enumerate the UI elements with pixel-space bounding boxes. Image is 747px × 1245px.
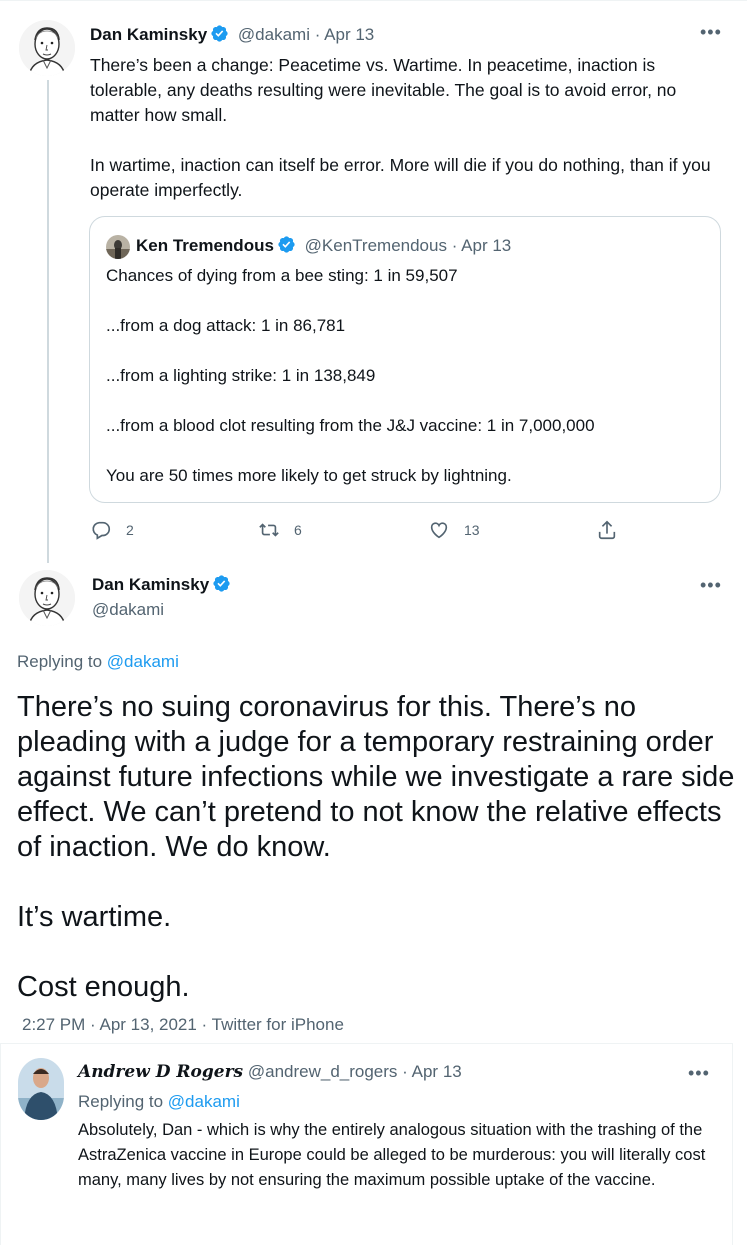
top-divider (0, 0, 747, 1)
quote-header: Ken Tremendous @KenTremendous · Apr 13 (136, 235, 511, 256)
quote-separator: · (451, 236, 458, 255)
reply-text: Absolutely, Dan - which is why the entir… (78, 1121, 706, 1189)
reply-tweet[interactable]: Andrew D Rogers @andrew_d_rogers · Apr 1… (0, 1043, 733, 1245)
quote-line: ...from a blood clot resulting from the … (106, 416, 595, 435)
reply-icon (92, 521, 111, 540)
reply-header: Andrew D Rogers @andrew_d_rogers · Apr 1… (78, 1062, 462, 1082)
replying-prefix: Replying to (78, 1092, 168, 1111)
heart-icon (430, 522, 448, 539)
quote-author-name: Ken Tremendous (136, 236, 274, 255)
replying-to-link[interactable]: @dakami (168, 1092, 240, 1111)
tweet1-author-name[interactable]: Dan Kaminsky (90, 25, 207, 44)
tweet1-more-icon[interactable]: ••• (700, 23, 722, 41)
tweet2-paragraph: It’s wartime. (17, 901, 172, 933)
quote-handle: @KenTremendous (304, 236, 447, 255)
quote-line: ...from a lighting strike: 1 in 138,849 (106, 366, 376, 385)
reply-handle[interactable]: @andrew_d_rogers (248, 1062, 398, 1081)
retweet-count: 6 (294, 522, 302, 538)
verified-badge-icon (210, 24, 229, 43)
tweet1-paragraph: In wartime, inaction can itself be error… (90, 155, 711, 200)
tweet1-handle[interactable]: @dakami (238, 25, 310, 44)
tweet2-author-name[interactable]: Dan Kaminsky (92, 575, 209, 594)
tweet1-paragraph: There’s been a change: Peacetime vs. War… (90, 55, 677, 125)
tweet2-timestamp[interactable]: 2:27 PM · Apr 13, 2021 · Twitter for iPh… (22, 1015, 344, 1035)
quoted-tweet-card[interactable]: Ken Tremendous @KenTremendous · Apr 13 C… (89, 216, 721, 503)
reply-date[interactable]: Apr 13 (412, 1062, 462, 1081)
tweet2-author: Dan Kaminsky (92, 574, 231, 595)
reply-author-name[interactable]: Andrew D Rogers (78, 1062, 243, 1082)
tweet1-separator: · (314, 25, 321, 44)
tweet1-text: There’s been a change: Peacetime vs. War… (90, 53, 730, 203)
avatar-ken-tremendous (106, 235, 130, 259)
replying-prefix: Replying to (17, 652, 107, 671)
share-button[interactable] (596, 519, 632, 541)
reply-replying-to: Replying to @dakami (78, 1092, 240, 1112)
reply-button[interactable]: 2 (90, 519, 134, 541)
retweet-button[interactable]: 6 (258, 519, 302, 541)
verified-badge-icon (212, 574, 231, 593)
reply-count: 2 (126, 522, 134, 538)
replying-to-link[interactable]: @dakami (107, 652, 179, 671)
tweet2-more-icon[interactable]: ••• (700, 576, 722, 594)
quote-line: Chances of dying from a bee sting: 1 in … (106, 266, 458, 285)
verified-badge-icon (277, 235, 296, 254)
quote-text: Chances of dying from a bee sting: 1 in … (106, 263, 706, 488)
tweet2-paragraph: There’s no suing coronavirus for this. T… (17, 691, 735, 863)
like-count: 13 (464, 522, 480, 538)
quote-line: ...from a dog attack: 1 in 86,781 (106, 316, 346, 335)
avatar-andrew-rogers[interactable] (18, 1058, 64, 1120)
retweet-icon (259, 523, 279, 537)
tweet2-replying-to: Replying to @dakami (17, 652, 179, 672)
thread-connector-line (47, 80, 49, 563)
tweet2-paragraph: Cost enough. (17, 971, 190, 1003)
avatar-dan-kaminsky[interactable] (19, 570, 75, 626)
reply-separator: · (402, 1062, 408, 1081)
tweet2-handle[interactable]: @dakami (92, 600, 164, 620)
tweet2-text: There’s no suing coronavirus for this. T… (17, 690, 737, 1005)
quote-line: You are 50 times more likely to get stru… (106, 466, 512, 485)
quote-date: Apr 13 (461, 236, 512, 255)
tweet1-action-bar: 2 6 13 (90, 519, 630, 545)
tweet1-date[interactable]: Apr 13 (324, 25, 374, 44)
avatar-dan-kaminsky[interactable] (19, 20, 75, 76)
like-button[interactable]: 13 (428, 519, 480, 541)
tweet1-header: Dan Kaminsky @dakami · Apr 13 (90, 24, 374, 45)
share-icon (598, 520, 616, 540)
reply-more-icon[interactable]: ••• (688, 1064, 710, 1082)
